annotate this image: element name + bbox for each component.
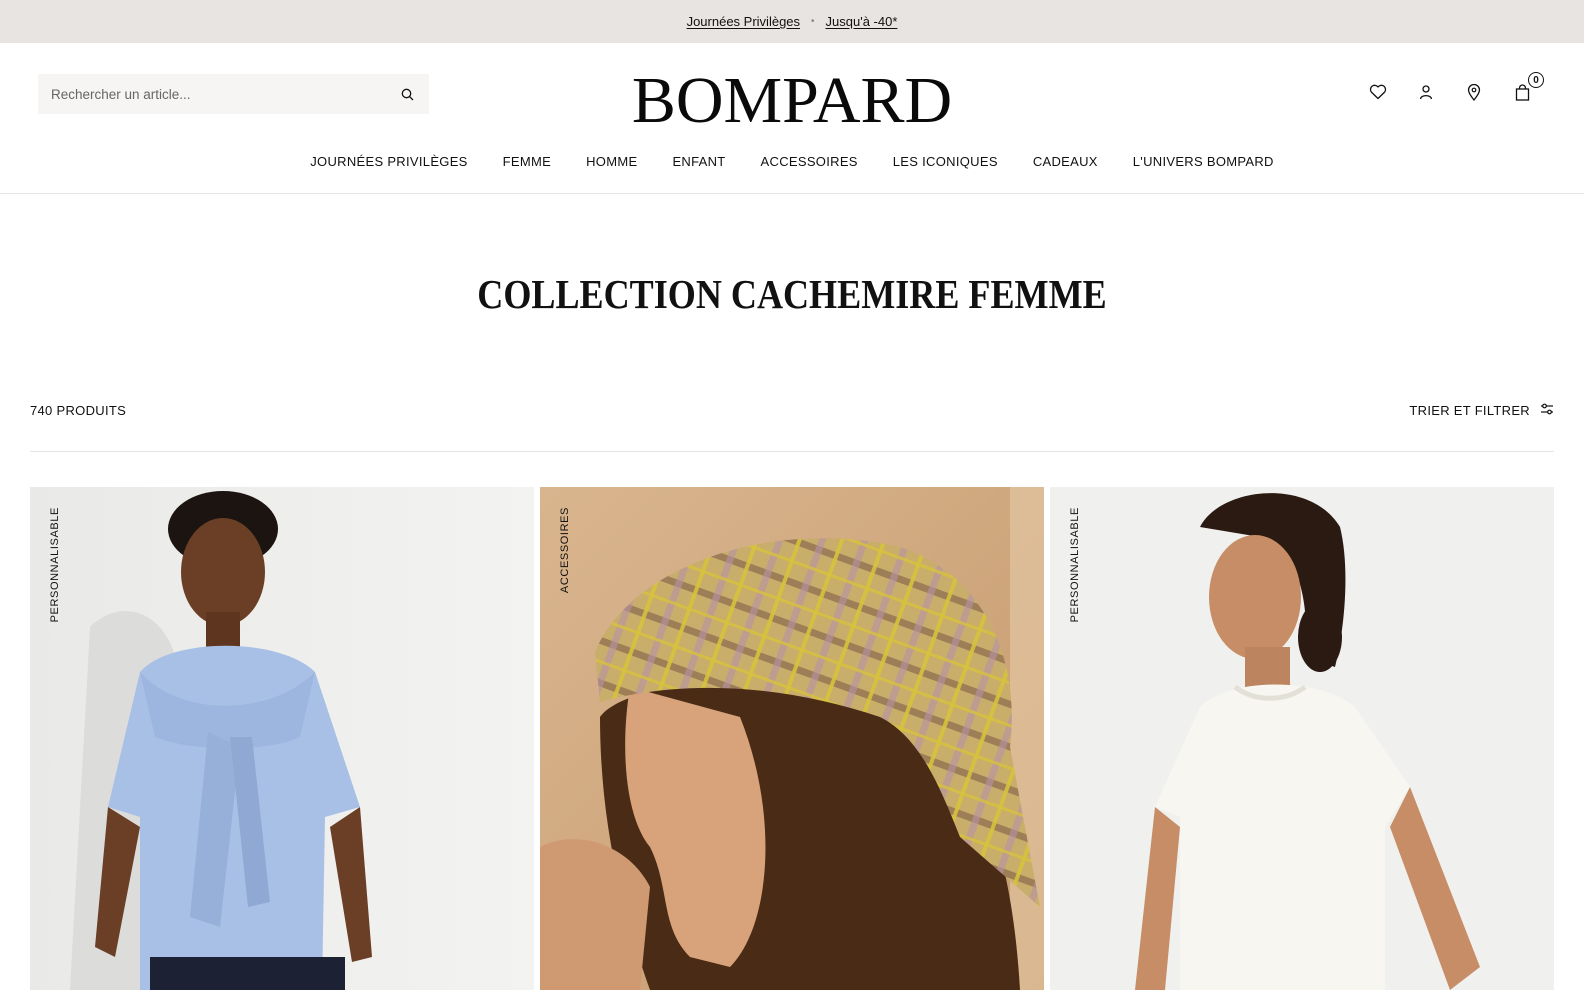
product-image-ivory-tshirt[interactable] bbox=[1050, 487, 1554, 990]
sort-filter-label: Trier et filtrer bbox=[1409, 403, 1530, 418]
site-logo[interactable]: BOMPARD bbox=[0, 65, 1584, 137]
nav-item-univers-bompard[interactable]: L'univers Bompard bbox=[1115, 154, 1291, 169]
listing-toolbar: 740 produits Trier et filtrer bbox=[30, 400, 1554, 452]
product-tag: Personnalisable bbox=[1069, 507, 1081, 623]
location-pin-icon[interactable] bbox=[1450, 79, 1498, 105]
cart-count-badge: 0 bbox=[1528, 72, 1544, 88]
page-title: COLLECTION CACHEMIRE FEMME bbox=[477, 271, 1107, 317]
nav-item-accessoires[interactable]: Accessoires bbox=[743, 154, 875, 169]
nav-item-les-iconiques[interactable]: Les Iconiques bbox=[875, 154, 1015, 169]
heart-icon[interactable] bbox=[1354, 79, 1402, 105]
product-image-blue-tshirt[interactable] bbox=[30, 487, 534, 990]
promo-link-journees[interactable]: Journées Privilèges bbox=[687, 14, 800, 29]
promo-link-discount[interactable]: Jusqu'à -40* bbox=[826, 14, 898, 29]
sort-filter-button[interactable]: Trier et filtrer bbox=[1409, 403, 1554, 418]
nav-item-homme[interactable]: Homme bbox=[569, 154, 655, 169]
product-grid: Personnalisable bbox=[30, 487, 1554, 990]
nav-item-enfant[interactable]: Enfant bbox=[655, 154, 743, 169]
nav-item-journees-privileges[interactable]: Journées Privilèges bbox=[293, 154, 485, 169]
site-header: BOMPARD 0 Journées Privilèges Femme Homm… bbox=[0, 43, 1584, 194]
promo-separator: • bbox=[811, 16, 815, 27]
nav-item-femme[interactable]: Femme bbox=[485, 154, 568, 169]
product-card[interactable]: Personnalisable bbox=[1050, 487, 1554, 990]
product-image-plaid-headscarf[interactable] bbox=[540, 487, 1044, 990]
promo-bar: Journées Privilèges • Jusqu'à -40* bbox=[0, 0, 1584, 43]
product-tag: Personnalisable bbox=[49, 507, 61, 623]
bag-icon[interactable]: 0 bbox=[1498, 72, 1546, 105]
product-card[interactable]: Personnalisable bbox=[30, 487, 534, 990]
header-icons: 0 bbox=[1354, 72, 1546, 105]
main-nav: Journées Privilèges Femme Homme Enfant A… bbox=[0, 154, 1584, 169]
product-card[interactable]: Accessoires bbox=[540, 487, 1044, 990]
product-count: 740 produits bbox=[30, 403, 127, 418]
user-icon[interactable] bbox=[1402, 79, 1450, 105]
filter-sliders-icon bbox=[1540, 403, 1554, 418]
nav-item-cadeaux[interactable]: Cadeaux bbox=[1015, 154, 1115, 169]
product-tag: Accessoires bbox=[559, 507, 571, 594]
